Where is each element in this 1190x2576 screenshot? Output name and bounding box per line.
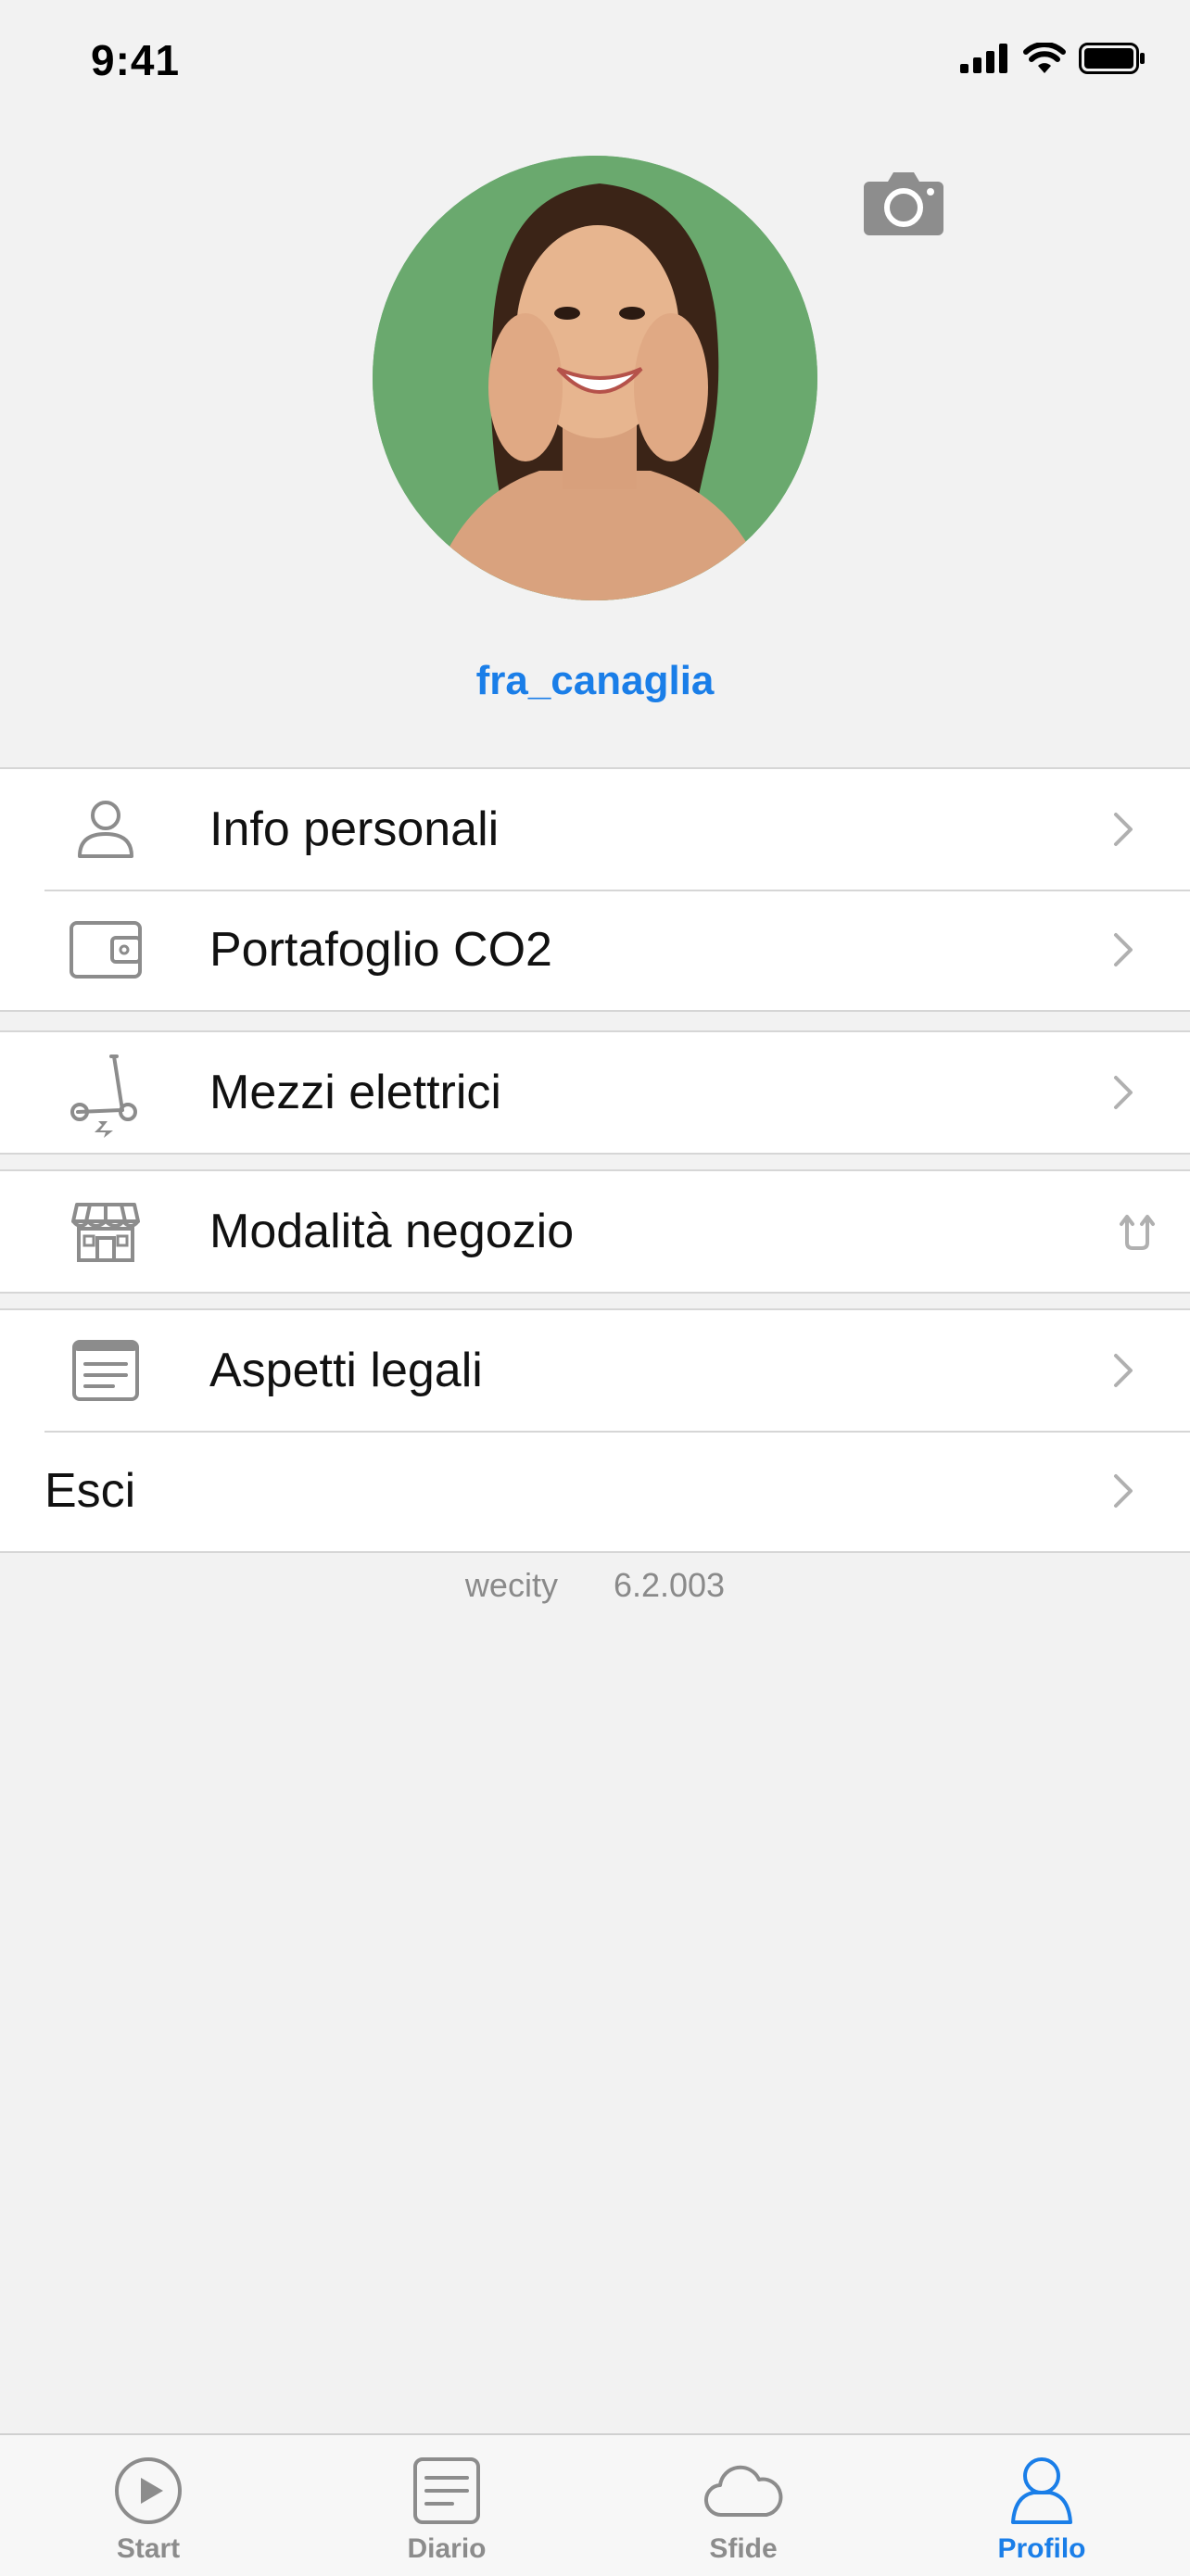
menu-item-portafoglio-co2[interactable]: Portafoglio CO2 [0, 890, 1190, 1010]
chevron-right-icon [1114, 1354, 1133, 1387]
menu-item-label: Info personali [209, 802, 500, 856]
camera-button[interactable] [862, 167, 945, 237]
profile-header: fra_canaglia [0, 120, 1190, 769]
tab-diario[interactable]: Diario [345, 2454, 549, 2565]
status-icons [960, 43, 1146, 74]
tab-label: Start [116, 2533, 181, 2564]
app-name: wecity [464, 1566, 558, 1604]
switch-arrows-icon [1120, 1215, 1155, 1250]
chevron-right-icon [1114, 1474, 1133, 1508]
camera-icon [864, 172, 943, 235]
menu-item-label: Aspetti legali [209, 1344, 483, 1397]
tab-start[interactable]: Start [46, 2454, 250, 2565]
battery-icon [1079, 43, 1145, 74]
status-bar: 9:41 [0, 0, 1190, 120]
menu-item-label: Modalità negozio [209, 1205, 575, 1258]
avatar-photo [373, 156, 817, 600]
scooter-icon [69, 1054, 143, 1138]
tab-profilo[interactable]: Profilo [940, 2454, 1144, 2565]
wallet-icon [69, 915, 143, 985]
tab-label: Diario [407, 2533, 487, 2564]
tab-label: Sfide [709, 2533, 778, 2564]
app-version: wecity 6.2.003 [0, 1566, 1190, 1605]
menu-item-modalita-negozio[interactable]: Modalità negozio [0, 1171, 1190, 1292]
tab-sfide[interactable]: Sfide [641, 2454, 845, 2565]
menu-group-vehicles: Mezzi elettrici [0, 1030, 1190, 1155]
version-number: 6.2.003 [613, 1566, 726, 1604]
document-icon [69, 1335, 143, 1406]
menu-group-other: Aspetti legali Esci [0, 1308, 1190, 1553]
menu-item-label: Portafoglio CO2 [209, 923, 552, 977]
chevron-right-icon [1114, 813, 1133, 846]
menu-item-label: Mezzi elettrici [209, 1066, 501, 1119]
chevron-right-icon [1114, 1076, 1133, 1109]
menu-item-info-personali[interactable]: Info personali [0, 769, 1190, 890]
list-icon [413, 2457, 480, 2524]
signal-icon [960, 44, 1007, 73]
tab-label: Profilo [997, 2533, 1086, 2564]
avatar[interactable] [373, 156, 817, 600]
menu-item-mezzi-elettrici[interactable]: Mezzi elettrici [0, 1032, 1190, 1153]
menu-group-store: Modalità negozio [0, 1169, 1190, 1294]
menu-item-label: Esci [44, 1464, 136, 1518]
username: fra_canaglia [475, 658, 715, 703]
menu-item-aspetti-legali[interactable]: Aspetti legali [0, 1310, 1190, 1431]
cloud-icon [704, 2465, 783, 2518]
menu-item-esci[interactable]: Esci [0, 1431, 1190, 1551]
person-icon [69, 794, 143, 865]
person-icon [1011, 2457, 1072, 2524]
status-time: 9:41 [91, 36, 181, 84]
menu-group-account: Info personali Portafoglio CO2 [0, 767, 1190, 1012]
wifi-icon [1023, 43, 1066, 73]
tab-bar: Start Diario Sfide Profilo [0, 2433, 1190, 2576]
play-icon [115, 2457, 182, 2524]
store-icon [69, 1196, 143, 1267]
chevron-right-icon [1114, 933, 1133, 966]
